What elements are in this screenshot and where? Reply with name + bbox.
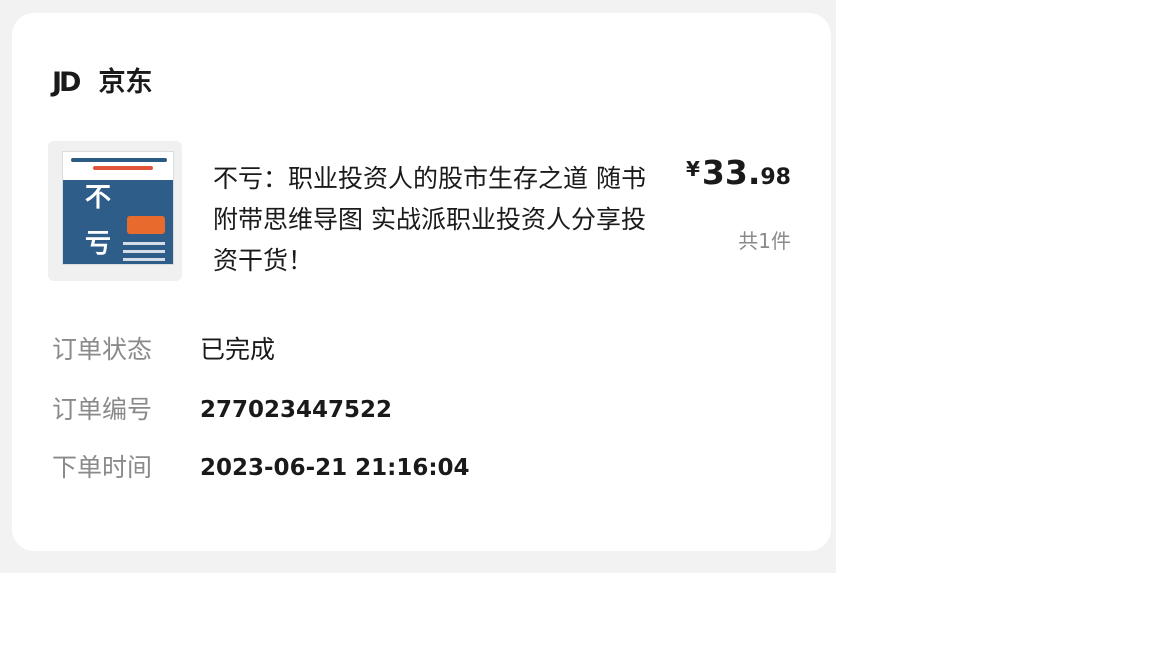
product-thumbnail[interactable]: 不 亏	[48, 141, 182, 281]
cover-char-2: 亏	[85, 229, 112, 259]
store-header[interactable]: JD 京东	[52, 65, 152, 101]
book-cover-image: 不 亏	[62, 151, 174, 265]
order-time-value: 2023-06-21 21:16:04	[200, 455, 470, 481]
price-currency: ¥	[685, 157, 700, 181]
cover-char-1: 不	[85, 183, 112, 213]
order-time-label: 下单时间	[52, 453, 153, 482]
jd-logo-icon: JD	[52, 67, 82, 98]
order-card[interactable]: JD 京东 不 亏 不亏：职业投资人的股市生存之道 随书附带思维导图 实战派职业…	[12, 13, 831, 551]
product-price: ¥33.98	[686, 153, 791, 192]
order-number-label: 订单编号	[52, 395, 153, 424]
order-number-row: 订单编号 277023447522	[52, 392, 392, 428]
order-time-row: 下单时间 2023-06-21 21:16:04	[52, 450, 470, 486]
price-integer: 33.	[701, 153, 761, 192]
product-quantity: 共1件	[738, 229, 791, 253]
order-status-value: 已完成	[200, 335, 276, 364]
order-status-row: 订单状态 已完成	[52, 332, 275, 368]
order-number-value[interactable]: 277023447522	[200, 392, 392, 428]
order-status-label: 订单状态	[52, 335, 153, 364]
product-title[interactable]: 不亏：职业投资人的股市生存之道 随书附带思维导图 实战派职业投资人分享投资干货！	[213, 158, 653, 281]
store-name: 京东	[98, 67, 153, 98]
price-decimal: 98	[760, 165, 791, 190]
